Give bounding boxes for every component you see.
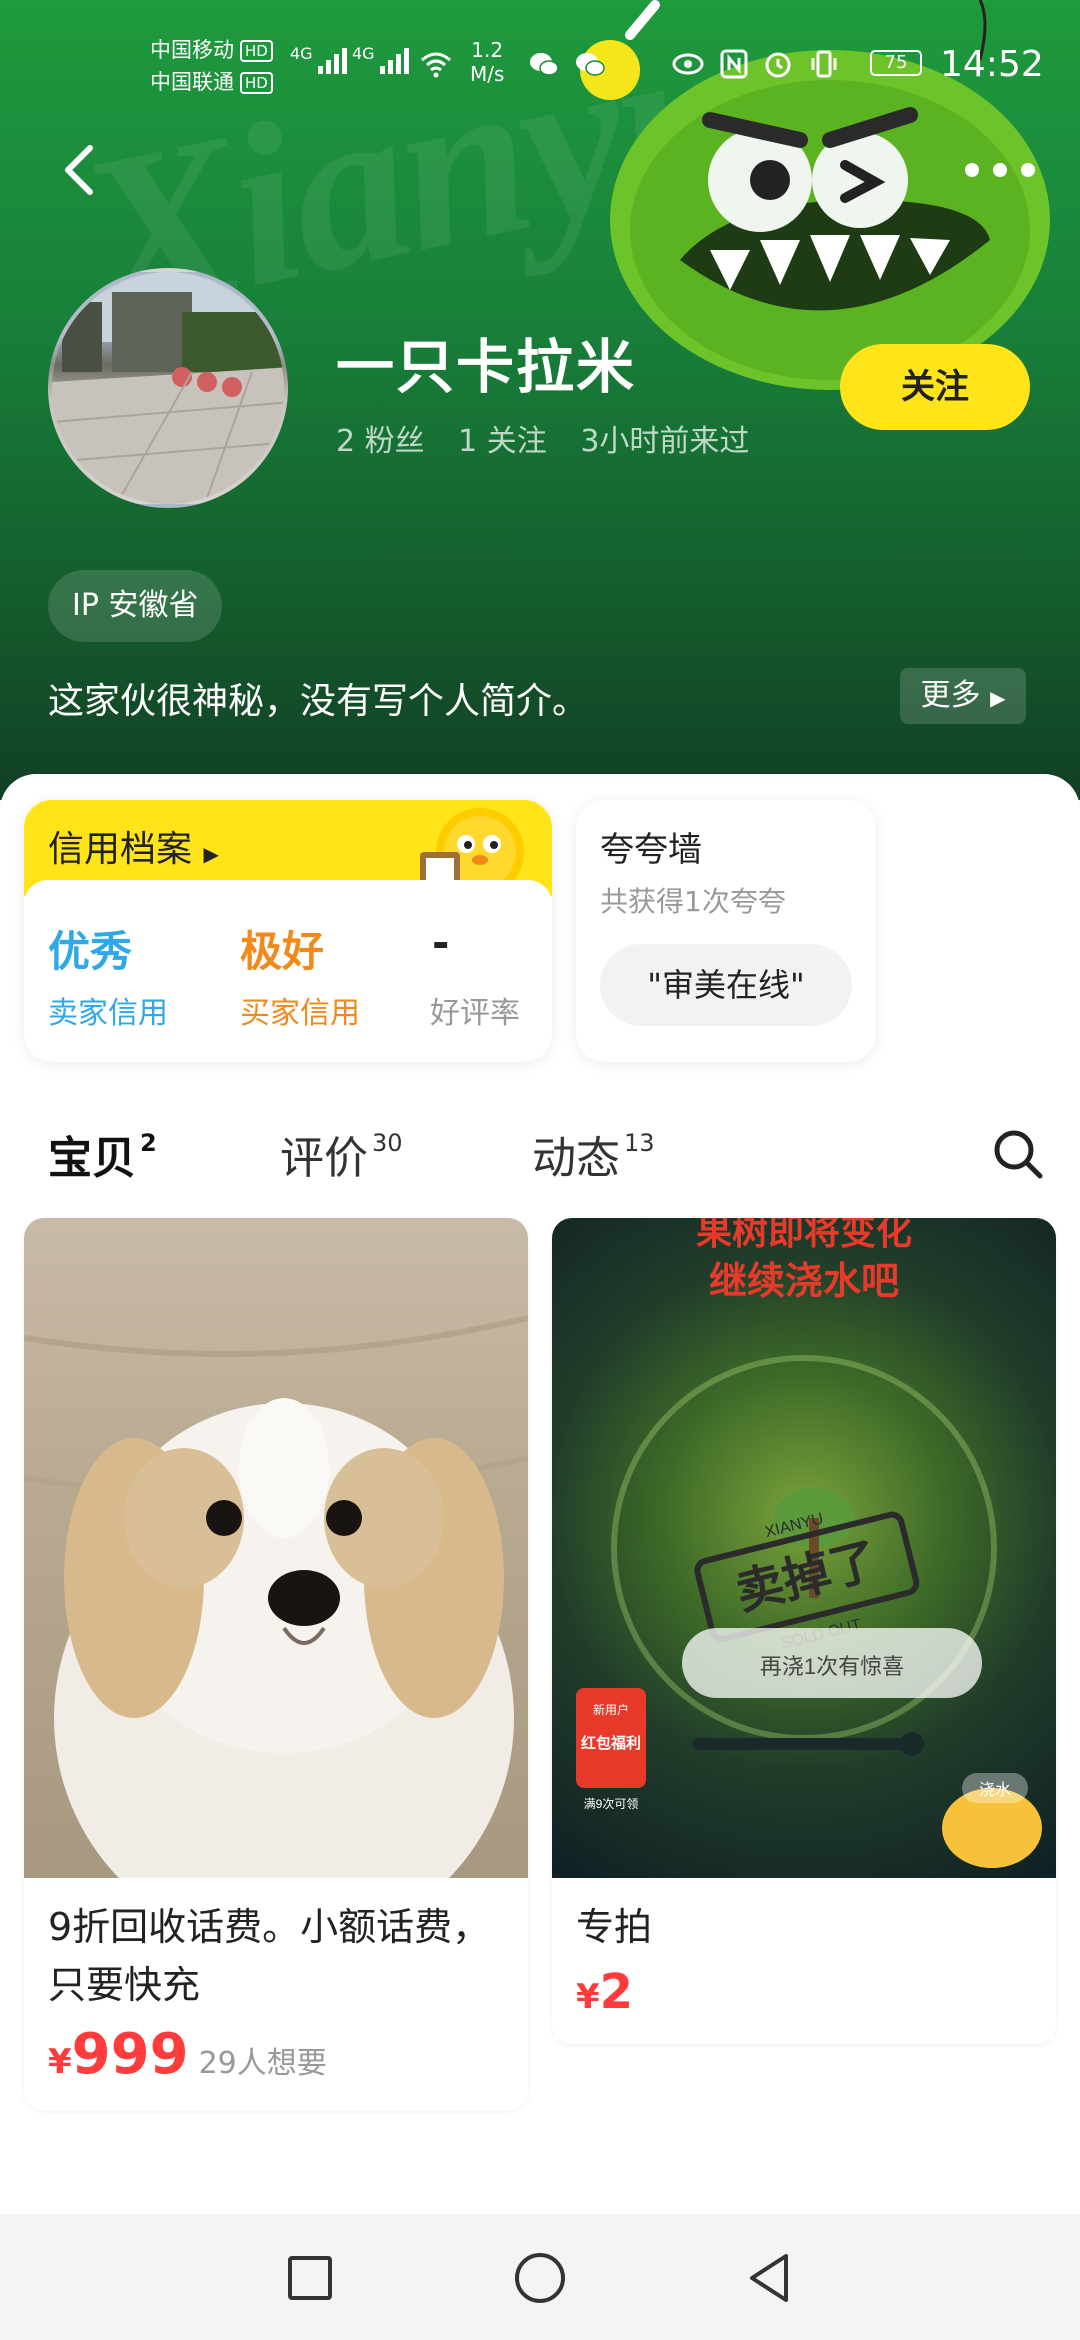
home-circle-icon[interactable] [510, 2248, 570, 2308]
last-active: 3小时前来过 [580, 424, 750, 459]
system-navigation-bar [0, 2214, 1080, 2340]
svg-text:新用户: 新用户 [593, 1702, 629, 1717]
alarm-icon [765, 52, 791, 78]
carrier-info: 中国移动 HD 中国联通 HD [150, 34, 273, 98]
signal-bars-1-icon [318, 44, 347, 74]
profile-header: Xianyu 中国移动 HD 中国联通 HD 4G 4G 1.2 M/s 75 … [0, 0, 1080, 800]
triangle-right-icon: ▶ [203, 842, 219, 866]
status-bar: 中国移动 HD 中国联通 HD 4G 4G 1.2 M/s 75 14:52 [0, 0, 1080, 130]
buyer-credit-label: 买家信用 [240, 996, 360, 1031]
positive-rate-value: - [432, 918, 450, 967]
product-price: 2 [599, 1964, 634, 2020]
follow-button[interactable]: 关注 [840, 344, 1030, 430]
tab-moments[interactable]: 动态 13 [532, 1122, 655, 1186]
svg-text:浇水: 浇水 [979, 1781, 1011, 1799]
credit-profile-card[interactable]: 信用档案 ▶ 优秀 卖家信用 极好 买家信用 - 好评率 [24, 800, 552, 1062]
triangle-right-icon: ▶ [990, 686, 1006, 710]
svg-text:满9次可领: 满9次可领 [584, 1797, 639, 1811]
buyer-credit-value: 极好 [240, 927, 325, 976]
battery-indicator: 75 [870, 50, 922, 76]
user-bio: 这家伙很神秘，没有写个人简介。 [48, 681, 589, 722]
tab-items[interactable]: 宝贝 2 [48, 1122, 157, 1186]
user-nickname: 一只卡拉米 [336, 333, 637, 401]
game-banner-text-2: 继续浇水吧 [709, 1261, 899, 1303]
seller-credit-label: 卖家信用 [48, 996, 168, 1031]
signal-bars-2-icon [380, 44, 409, 74]
network-type-2: 4G [352, 44, 375, 63]
network-type-1: 4G [290, 44, 313, 63]
more-options-icon[interactable] [960, 150, 1040, 190]
product-card[interactable]: 9折回收话费。小额话费，只要快充 ¥999 29人想要 [24, 1218, 528, 2111]
tab-reviews[interactable]: 评价 30 [280, 1122, 403, 1186]
credit-card-body: 优秀 卖家信用 极好 买家信用 - 好评率 [24, 880, 552, 1062]
hd-badge-1: HD [240, 40, 273, 62]
avatar[interactable] [48, 268, 288, 508]
praise-tag-chip[interactable]: "审美在线" [600, 944, 852, 1026]
ip-location-chip: IP 安徽省 [48, 570, 223, 642]
wifi-icon [421, 52, 451, 78]
wechat-icon [530, 53, 559, 76]
vibrate-icon [811, 50, 837, 78]
more-bio-button[interactable]: 更多 ▶ [900, 668, 1026, 724]
hd-badge-2: HD [240, 72, 273, 94]
seller-credit-value: 优秀 [48, 927, 133, 976]
product-title: 专拍 [576, 1905, 653, 1949]
game-banner-text: 果树即将变化 [696, 1218, 912, 1252]
nfc-icon [720, 49, 748, 79]
praise-wall-card[interactable]: 夸夸墙 共获得1次夸夸 "审美在线" [576, 800, 876, 1062]
product-price-row: ¥2 [576, 1964, 634, 2020]
following-count[interactable]: 1 关注 [458, 424, 547, 459]
recent-apps-square-icon[interactable] [280, 2248, 340, 2308]
product-image-game-screenshot: 果树即将变化 继续浇水吧 卖掉了 XIANYU SOLD OUT 再浇1次有惊喜… [552, 1218, 1056, 1878]
search-icon[interactable] [990, 1126, 1046, 1182]
svg-text:红包福利: 红包福利 [581, 1734, 641, 1752]
product-price: 999 [71, 2022, 189, 2087]
fans-count[interactable]: 2 粉丝 [336, 424, 425, 459]
profile-page: Xianyu 中国移动 HD 中国联通 HD 4G 4G 1.2 M/s 75 … [0, 0, 1080, 2340]
product-title: 9折回收话费。小额话费，只要快充 [48, 1905, 491, 2007]
user-stats: 2 粉丝 1 关注 3小时前来过 [336, 416, 773, 460]
product-price-row: ¥999 29人想要 [48, 2022, 327, 2087]
carrier-2: 中国联通 [150, 70, 234, 94]
product-image-puppy [24, 1218, 528, 1878]
want-count: 29人想要 [198, 2046, 327, 2081]
clock: 14:52 [940, 44, 1044, 85]
praise-title: 夸夸墙 [600, 830, 702, 870]
product-card[interactable]: 果树即将变化 继续浇水吧 卖掉了 XIANYU SOLD OUT 再浇1次有惊喜… [552, 1218, 1056, 2044]
praise-subtitle: 共获得1次夸夸 [600, 885, 786, 918]
positive-rate-label: 好评率 [430, 996, 520, 1031]
carrier-1: 中国移动 [150, 38, 234, 62]
svg-text:再浇1次有惊喜: 再浇1次有惊喜 [760, 1654, 904, 1679]
eye-icon [672, 53, 704, 75]
back-triangle-icon[interactable] [740, 2248, 800, 2308]
network-speed: 1.2 M/s [470, 38, 505, 86]
credit-title: 信用档案 ▶ [48, 829, 219, 870]
wechat-icon-2 [576, 53, 605, 76]
back-arrow-icon[interactable] [52, 140, 112, 200]
